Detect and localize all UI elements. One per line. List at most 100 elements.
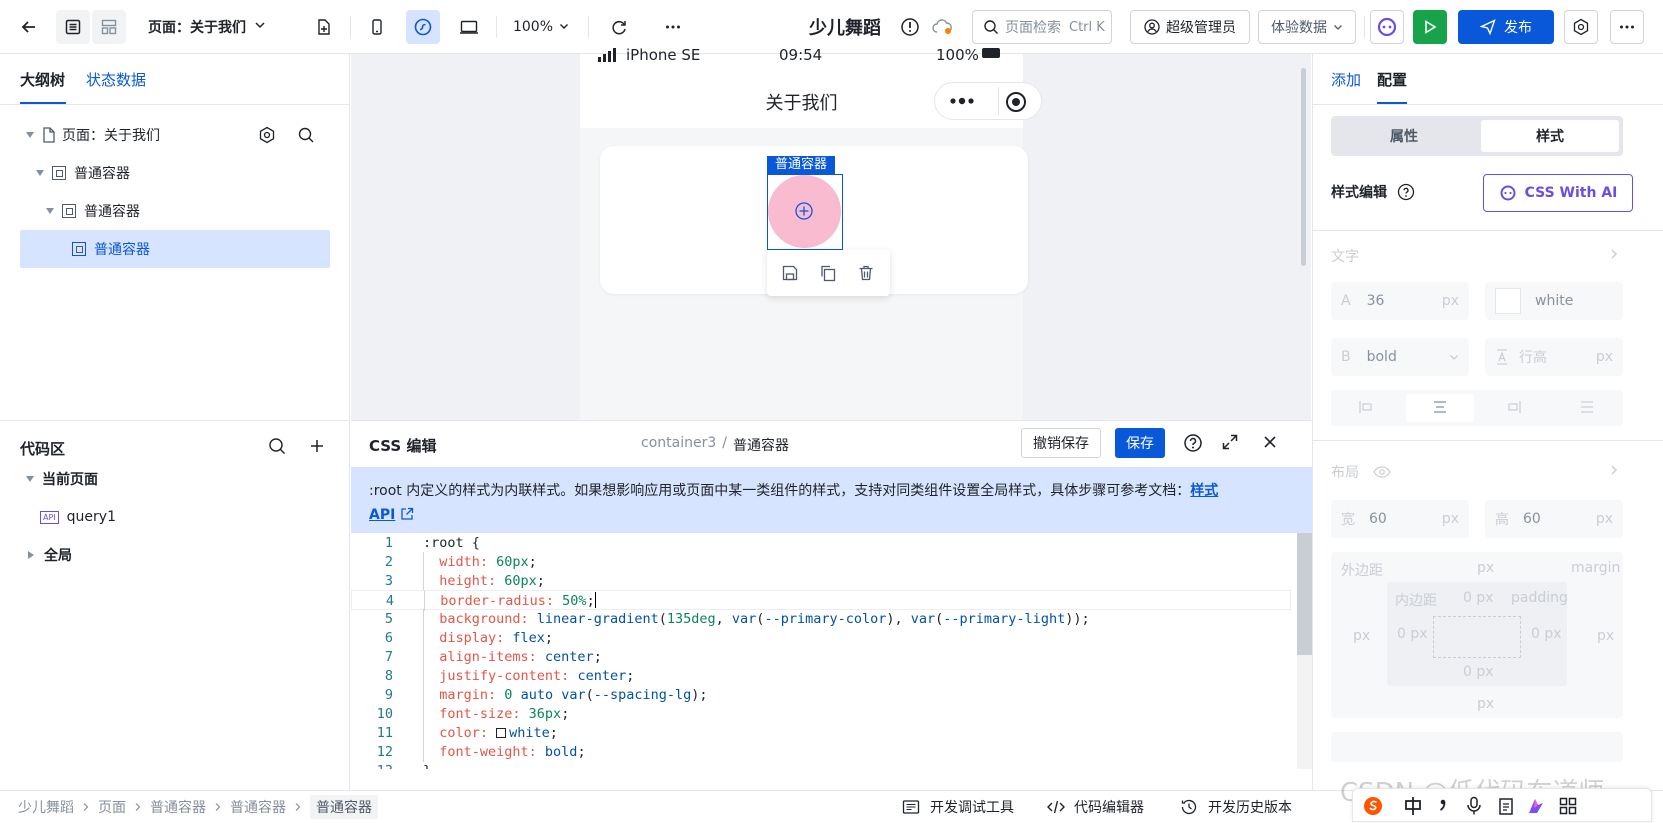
tab-outline-tree[interactable]: 大纲树 bbox=[20, 69, 65, 90]
margin-bottom-unit[interactable]: px bbox=[1477, 696, 1494, 712]
ime-clipboard-icon[interactable] bbox=[1495, 795, 1517, 817]
code-search-icon[interactable] bbox=[268, 437, 286, 455]
history-button[interactable]: 开发历史版本 bbox=[1180, 791, 1292, 823]
code-line[interactable]: 2 width: 60px; bbox=[351, 552, 1291, 572]
font-size-field[interactable]: A 36 px bbox=[1331, 282, 1469, 320]
tree-item-container-2[interactable]: 普通容器 bbox=[20, 192, 330, 230]
tab-add[interactable]: 添加 bbox=[1331, 69, 1361, 90]
page-list-icon[interactable] bbox=[56, 10, 90, 44]
seg-properties[interactable]: 属性 bbox=[1335, 120, 1473, 152]
code-line[interactable]: 9 margin: 0 auto var(--spacing-lg); bbox=[351, 685, 1291, 705]
expand-icon[interactable] bbox=[1221, 433, 1239, 451]
zoom-selector[interactable]: 100% bbox=[508, 10, 574, 44]
ime-toolbox-icon[interactable] bbox=[1557, 795, 1579, 817]
selected-container[interactable] bbox=[767, 174, 843, 250]
margin-right-unit[interactable]: px bbox=[1597, 628, 1614, 644]
role-selector[interactable]: 超级管理员 bbox=[1130, 10, 1250, 44]
caret-down-icon[interactable] bbox=[46, 208, 54, 214]
code-line[interactable]: 3 height: 60px; bbox=[351, 571, 1291, 591]
tree-item-container-3-selected[interactable]: 普通容器 bbox=[20, 230, 330, 268]
notice-link-style[interactable]: 样式 bbox=[1190, 483, 1218, 499]
cloud-sync-icon[interactable] bbox=[928, 10, 956, 44]
code-line[interactable]: 5 background: linear-gradient(135deg, va… bbox=[351, 609, 1291, 629]
caret-down-icon[interactable] bbox=[36, 170, 44, 176]
notice-link-api[interactable]: API bbox=[369, 507, 395, 523]
ai-assistant-icon[interactable] bbox=[1370, 10, 1404, 44]
code-editor-button[interactable]: 代码编辑器 bbox=[1046, 791, 1144, 823]
align-left-icon[interactable] bbox=[1359, 400, 1375, 414]
refresh-icon[interactable] bbox=[602, 10, 636, 44]
seg-style[interactable]: 样式 bbox=[1481, 120, 1619, 152]
tab-state-data[interactable]: 状态数据 bbox=[86, 69, 146, 90]
page-settings-icon[interactable] bbox=[258, 126, 276, 144]
back-icon[interactable] bbox=[12, 10, 46, 44]
color-swatch-icon[interactable] bbox=[496, 728, 507, 738]
chevron-right-icon[interactable] bbox=[1609, 464, 1619, 476]
padding-left-value[interactable]: 0 px bbox=[1397, 626, 1428, 642]
tree-search-icon[interactable] bbox=[298, 127, 314, 143]
color-field[interactable]: white bbox=[1485, 282, 1623, 320]
save-button[interactable]: 保存 bbox=[1115, 428, 1165, 458]
run-preview-button[interactable] bbox=[1413, 10, 1447, 44]
page-search[interactable]: 页面检索 Ctrl K bbox=[972, 10, 1112, 44]
caret-down-icon[interactable] bbox=[26, 132, 34, 138]
code-editor[interactable]: 1:root {2 width: 60px; 3 height: 60px; 4 b… bbox=[351, 533, 1297, 769]
code-line[interactable]: 10 font-size: 36px; bbox=[351, 704, 1291, 724]
code-scrollbar-track[interactable] bbox=[1297, 533, 1312, 769]
code-line[interactable]: 8 justify-content: center; bbox=[351, 666, 1291, 686]
chevron-right-icon[interactable] bbox=[1609, 248, 1619, 260]
breadcrumb-item[interactable]: 普通容器 bbox=[230, 797, 286, 817]
align-justify-icon[interactable] bbox=[1579, 400, 1595, 414]
color-swatch[interactable] bbox=[1495, 288, 1521, 314]
publish-button[interactable]: 发布 bbox=[1458, 10, 1554, 44]
breadcrumb-item[interactable]: 普通容器 bbox=[310, 795, 378, 819]
mobile-device-icon[interactable] bbox=[360, 10, 394, 44]
miniprogram-device-icon[interactable] bbox=[406, 10, 440, 44]
dev-tools-button[interactable]: 开发调试工具 bbox=[902, 791, 1014, 823]
breadcrumb-item[interactable]: 少儿舞蹈 bbox=[18, 797, 74, 817]
tab-config[interactable]: 配置 bbox=[1377, 69, 1407, 90]
undo-save-button[interactable]: 撤销保存 bbox=[1021, 428, 1101, 458]
save-component-icon[interactable] bbox=[781, 264, 799, 282]
padding-bottom-value[interactable]: 0 px bbox=[1463, 664, 1494, 680]
capsule-close-icon[interactable] bbox=[1005, 91, 1027, 113]
code-line[interactable]: 4 border-radius: 50%; bbox=[351, 590, 1291, 611]
css-with-ai-button[interactable]: CSS With AI bbox=[1483, 174, 1633, 212]
copy-icon[interactable] bbox=[819, 264, 837, 282]
ime-logo-icon[interactable] bbox=[1361, 795, 1385, 817]
delete-icon[interactable] bbox=[857, 264, 875, 282]
external-link-icon[interactable] bbox=[400, 507, 414, 521]
line-height-field[interactable]: 行高 px bbox=[1485, 338, 1623, 376]
breadcrumb-item[interactable]: 页面 bbox=[98, 797, 126, 817]
code-line[interactable]: 12 font-weight: bold; bbox=[351, 742, 1291, 762]
more-menu-icon[interactable] bbox=[1610, 10, 1644, 44]
code-scrollbar-thumb[interactable] bbox=[1297, 533, 1312, 655]
padding-top-value[interactable]: 0 px bbox=[1463, 590, 1494, 606]
caret-right-icon[interactable] bbox=[28, 551, 34, 559]
code-item-query1[interactable]: API query1 bbox=[20, 498, 330, 536]
canvas-scrollbar[interactable] bbox=[1301, 68, 1306, 266]
breadcrumb-item[interactable]: 普通容器 bbox=[150, 797, 206, 817]
breadcrumb-id[interactable]: container3 bbox=[641, 435, 716, 455]
code-line[interactable]: 13} bbox=[351, 761, 1291, 769]
ime-punctuation-icon[interactable] bbox=[1433, 795, 1453, 817]
add-code-icon[interactable] bbox=[308, 437, 326, 455]
tablet-device-icon[interactable] bbox=[452, 10, 486, 44]
code-line[interactable]: 11 color: white; bbox=[351, 723, 1291, 743]
align-center-icon[interactable] bbox=[1432, 400, 1448, 414]
margin-top-unit[interactable]: px bbox=[1477, 560, 1494, 576]
help-icon[interactable] bbox=[1397, 183, 1415, 201]
caret-down-icon[interactable] bbox=[26, 476, 34, 482]
code-line[interactable]: 6 display: flex; bbox=[351, 628, 1291, 648]
tree-item-page[interactable]: 页面：关于我们 bbox=[20, 116, 330, 154]
settings-icon[interactable] bbox=[1564, 10, 1598, 44]
code-group-current-page[interactable]: 当前页面 bbox=[20, 460, 330, 498]
tree-item-container-1[interactable]: 普通容器 bbox=[20, 154, 330, 192]
width-field[interactable]: 宽 60 px bbox=[1331, 500, 1469, 538]
align-right-icon[interactable] bbox=[1505, 400, 1521, 414]
ime-skin-icon[interactable] bbox=[1525, 795, 1547, 817]
capsule-more-icon[interactable] bbox=[948, 92, 976, 110]
height-field[interactable]: 高 60 px bbox=[1485, 500, 1623, 538]
font-weight-select[interactable]: B bold bbox=[1331, 338, 1469, 376]
info-icon[interactable] bbox=[898, 10, 922, 44]
